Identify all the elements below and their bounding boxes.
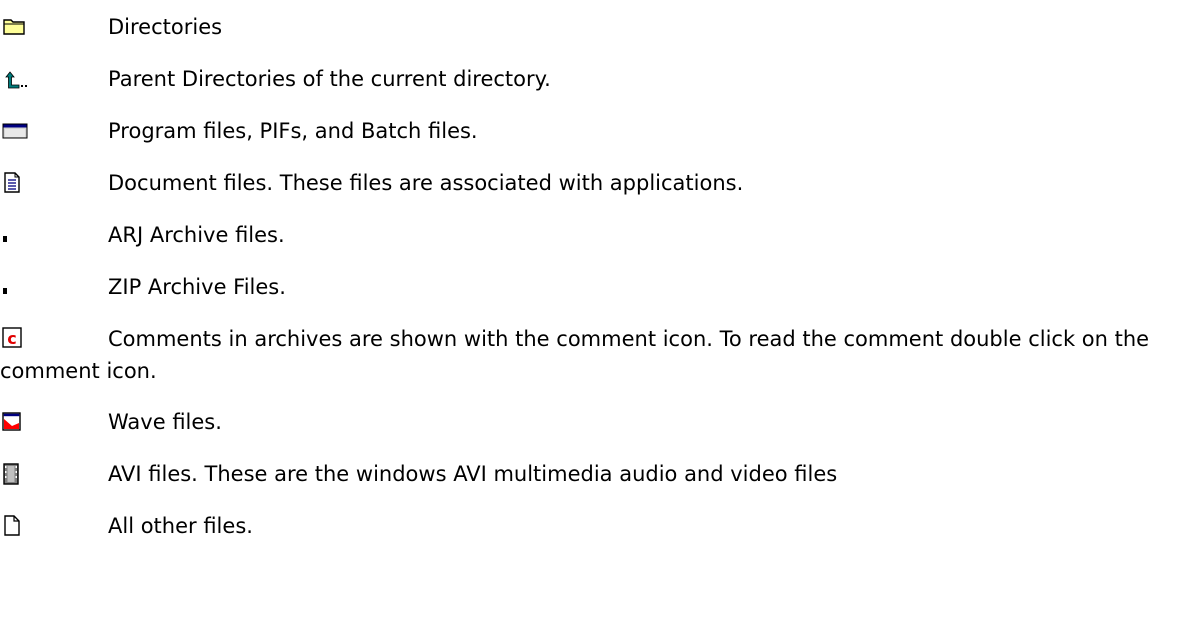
legend-item-label: AVI files. These are the windows AVI mul… (108, 462, 838, 486)
legend-item-label: Directories (108, 15, 223, 39)
legend-item-label: Wave files. (108, 410, 222, 434)
legend-item-label: ZIP Archive Files. (108, 275, 286, 299)
legend-item-comments: c Comments in archives are shown with th… (0, 323, 1191, 387)
zip-archive-icon (2, 276, 28, 298)
legend-item-label: Parent Directories of the current direct… (108, 67, 551, 91)
svg-text:c: c (7, 329, 16, 348)
program-window-icon (2, 120, 28, 142)
wave-file-icon (2, 411, 28, 433)
legend-item-label: Program files, PIFs, and Batch files. (108, 119, 478, 143)
legend-item-label: Document files. These files are associat… (108, 171, 744, 195)
legend-item-label: ARJ Archive files. (108, 223, 285, 247)
comment-icon[interactable]: c (2, 327, 28, 349)
avi-film-icon (2, 463, 28, 485)
legend-item-label: All other files. (108, 514, 253, 538)
arj-archive-icon (2, 224, 28, 246)
file-type-legend: Directories Parent Directories of the cu… (0, 0, 1191, 644)
parent-directory-icon (2, 68, 28, 90)
legend-item-label: Comments in archives are shown with the … (0, 327, 1150, 383)
blank-file-icon (2, 515, 28, 537)
document-icon (2, 172, 28, 194)
folder-icon (2, 16, 28, 38)
